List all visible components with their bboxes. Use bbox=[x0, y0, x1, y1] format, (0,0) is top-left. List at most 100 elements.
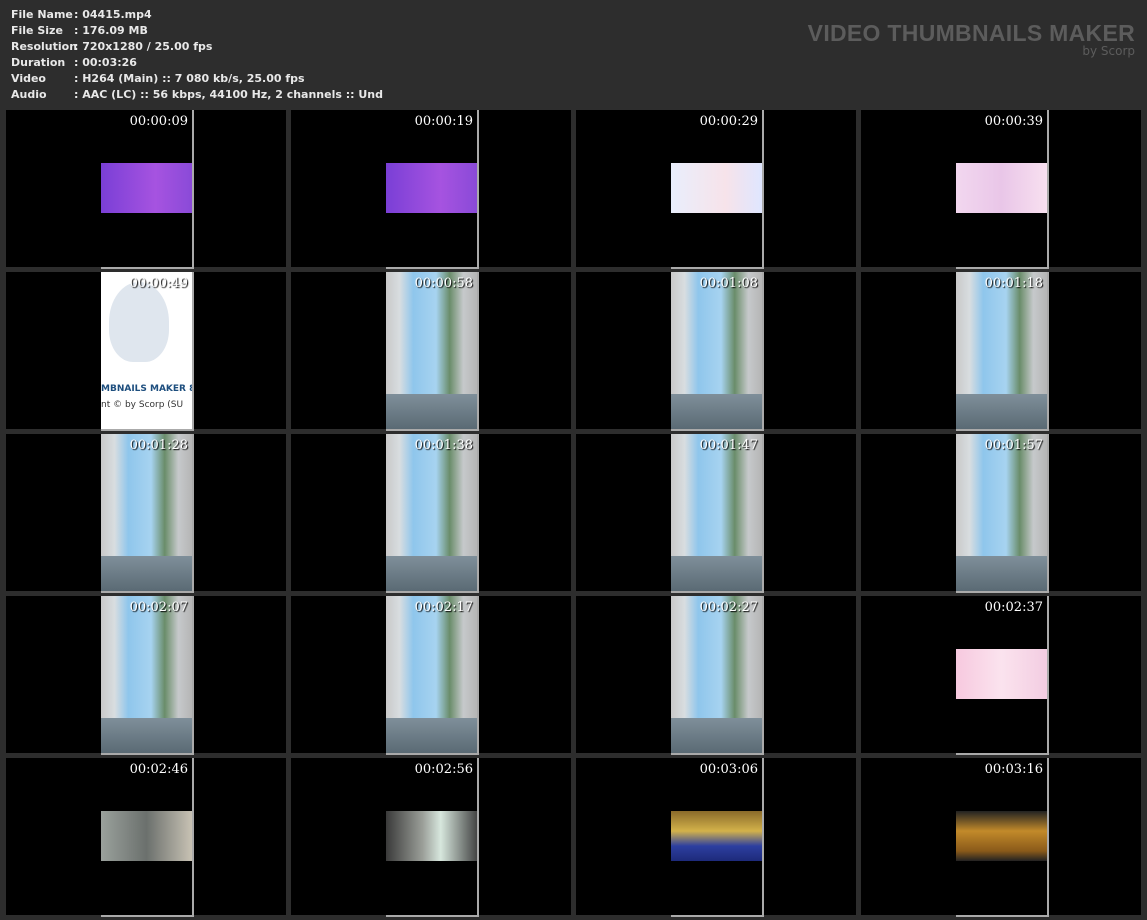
info-value: : 176.09 MB bbox=[74, 24, 148, 37]
info-label: Video bbox=[11, 72, 46, 85]
thumbnail-frame: 00:02:56 bbox=[386, 758, 479, 917]
timestamp: 00:00:09 bbox=[129, 114, 188, 129]
thumbnail-frame: 00:00:39 bbox=[956, 110, 1049, 269]
thumbnail-image bbox=[101, 163, 192, 213]
owl-text: MBNAILS MAKER 8 bbox=[101, 384, 194, 394]
thumbnail-frame: 00:02:37 bbox=[956, 596, 1049, 755]
thumbnail-frame: 00:01:38 bbox=[386, 434, 479, 593]
thumbnail-image bbox=[386, 811, 477, 861]
thumbnail-frame: 00:00:09 bbox=[101, 110, 194, 269]
info-label: Audio bbox=[11, 88, 47, 101]
thumbnail-image bbox=[101, 434, 192, 591]
thumbnail-cell[interactable]: 00:00:39 bbox=[861, 110, 1141, 269]
timestamp: 00:02:37 bbox=[984, 600, 1043, 615]
thumbnail-image bbox=[671, 434, 762, 591]
timestamp: 00:02:27 bbox=[699, 600, 758, 615]
thumbnail-image bbox=[671, 811, 762, 861]
thumbnail-cell[interactable]: 00:02:17 bbox=[291, 596, 571, 755]
timestamp: 00:00:49 bbox=[129, 276, 188, 291]
thumbnail-image bbox=[671, 596, 762, 753]
timestamp: 00:00:19 bbox=[414, 114, 473, 129]
info-value: : 720x1280 / 25.00 fps bbox=[74, 40, 213, 53]
info-label: Resolution bbox=[11, 40, 78, 53]
thumbnail-cell[interactable]: 00:00:19 bbox=[291, 110, 571, 269]
thumbnail-image bbox=[101, 811, 192, 861]
thumbnail-frame: 00:03:16 bbox=[956, 758, 1049, 917]
thumbnail-frame: 00:00:58 bbox=[386, 272, 479, 431]
info-row: Duration: 00:03:26 bbox=[11, 55, 383, 71]
thumbnail-image bbox=[101, 596, 192, 753]
thumbnail-image bbox=[671, 163, 762, 213]
timestamp: 00:01:47 bbox=[699, 438, 758, 453]
info-label: File Size bbox=[11, 24, 63, 37]
timestamp: 00:00:39 bbox=[984, 114, 1043, 129]
thumbnail-image bbox=[386, 434, 477, 591]
thumbnail-cell[interactable]: 00:01:08 bbox=[576, 272, 856, 431]
timestamp: 00:01:38 bbox=[414, 438, 473, 453]
thumbnail-cell[interactable]: 00:01:57 bbox=[861, 434, 1141, 593]
thumbnail-image bbox=[956, 163, 1047, 213]
thumbnail-frame: 00:02:17 bbox=[386, 596, 479, 755]
thumbnail-cell[interactable]: 00:02:37 bbox=[861, 596, 1141, 755]
thumbnail-cell[interactable]: 00:01:18 bbox=[861, 272, 1141, 431]
thumbnail-frame: 00:01:28 bbox=[101, 434, 194, 593]
thumbnail-image bbox=[956, 811, 1047, 861]
info-row: Audio : AAC (LC) :: 56 kbps, 44100 Hz, 2 … bbox=[11, 87, 383, 103]
thumbnail-cell[interactable]: 00:00:29 bbox=[576, 110, 856, 269]
timestamp: 00:02:56 bbox=[414, 762, 473, 777]
info-label: File Name bbox=[11, 8, 73, 21]
thumbnail-cell[interactable]: 00:01:38 bbox=[291, 434, 571, 593]
info-value: : H264 (Main) :: 7 080 kb/s, 25.00 fps bbox=[74, 72, 305, 85]
timestamp: 00:00:29 bbox=[699, 114, 758, 129]
timestamp: 00:00:58 bbox=[414, 276, 473, 291]
thumbnail-cell[interactable]: 00:00:09 bbox=[6, 110, 286, 269]
thumbnail-cell[interactable]: 00:01:28 bbox=[6, 434, 286, 593]
info-row: Resolution: 720x1280 / 25.00 fps bbox=[11, 39, 383, 55]
thumbnail-cell[interactable]: 00:02:56 bbox=[291, 758, 571, 917]
thumbnail-cell[interactable]: 00:03:16 bbox=[861, 758, 1141, 917]
thumbnail-frame: 00:01:08 bbox=[671, 272, 764, 431]
thumbnail-frame: 00:02:07 bbox=[101, 596, 194, 755]
timestamp: 00:01:08 bbox=[699, 276, 758, 291]
thumbnail-cell[interactable]: 00:03:06 bbox=[576, 758, 856, 917]
file-info: File Name: 04415.mp4 File Size: 176.09 MB… bbox=[11, 7, 383, 103]
thumbnail-frame: 00:02:46 bbox=[101, 758, 194, 917]
thumbnail-cell[interactable]: 00:02:46 bbox=[6, 758, 286, 917]
timestamp: 00:01:28 bbox=[129, 438, 188, 453]
thumbnail-frame: 00:01:47 bbox=[671, 434, 764, 593]
info-row: File Size : 176.09 MB bbox=[11, 23, 383, 39]
thumbnail-cell[interactable]: 00:00:58 bbox=[291, 272, 571, 431]
thumbnail-frame: MBNAILS MAKER 8 nt © by Scorp (SU 00:00:49 bbox=[101, 272, 194, 431]
thumbnail-frame: 00:00:29 bbox=[671, 110, 764, 269]
thumbnail-cell[interactable]: MBNAILS MAKER 8 nt © by Scorp (SU 00:00:49 bbox=[6, 272, 286, 431]
thumbnail-frame: 00:03:06 bbox=[671, 758, 764, 917]
thumbnail-image bbox=[386, 163, 477, 213]
thumbnail-frame: 00:01:18 bbox=[956, 272, 1049, 431]
thumbnail-image bbox=[956, 649, 1047, 699]
thumbnail-frame: 00:00:19 bbox=[386, 110, 479, 269]
thumbnail-image bbox=[386, 272, 477, 429]
thumbnail-image bbox=[956, 434, 1047, 591]
info-row: File Name: 04415.mp4 bbox=[11, 7, 383, 23]
thumbnail-cell[interactable]: 00:01:47 bbox=[576, 434, 856, 593]
thumbnail-image bbox=[386, 596, 477, 753]
timestamp: 00:02:17 bbox=[414, 600, 473, 615]
timestamp: 00:03:16 bbox=[984, 762, 1043, 777]
info-label: Duration bbox=[11, 56, 66, 69]
timestamp: 00:01:18 bbox=[984, 276, 1043, 291]
brand-logo: VIDEO THUMBNAILS MAKER by Scorp bbox=[808, 20, 1135, 58]
info-value: : 04415.mp4 bbox=[74, 8, 152, 21]
timestamp: 00:02:46 bbox=[129, 762, 188, 777]
thumbnail-image bbox=[956, 272, 1047, 429]
thumbnail-cell[interactable]: 00:02:07 bbox=[6, 596, 286, 755]
info-row: Video : H264 (Main) :: 7 080 kb/s, 25.00 … bbox=[11, 71, 383, 87]
info-value: : AAC (LC) :: 56 kbps, 44100 Hz, 2 chann… bbox=[74, 88, 384, 101]
thumbnail-frame: 00:01:57 bbox=[956, 434, 1049, 593]
thumbnail-frame: 00:02:27 bbox=[671, 596, 764, 755]
thumbnail-cell[interactable]: 00:02:27 bbox=[576, 596, 856, 755]
owl-icon bbox=[109, 282, 169, 362]
owl-text: nt © by Scorp (SU bbox=[101, 400, 184, 410]
timestamp: 00:02:07 bbox=[129, 600, 188, 615]
thumbnail-image bbox=[671, 272, 762, 429]
timestamp: 00:03:06 bbox=[699, 762, 758, 777]
